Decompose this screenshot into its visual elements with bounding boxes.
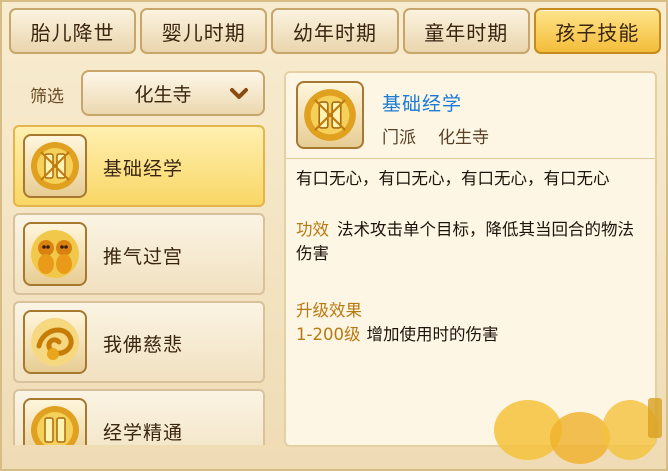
effect-label: 功效 — [296, 220, 329, 239]
skill-list[interactable]: 基础经学 推气过宫 我佛慈悲 经学精通 — [11, 125, 267, 445]
skill-title: 基础经学 — [382, 93, 463, 115]
tab-fetus[interactable]: 胎儿降世 — [9, 8, 137, 54]
upgrade-text: 增加使用时的伤害 — [366, 325, 499, 344]
skill-item[interactable]: 基础经学 — [13, 125, 265, 207]
filter-label: 筛选 — [30, 87, 64, 107]
dropdown-value: 化生寺 — [134, 83, 192, 106]
school-value: 化生寺 — [438, 128, 489, 148]
tab-bar: 胎儿降世 婴儿时期 幼年时期 童年时期 孩子技能 — [9, 8, 662, 56]
school-label: 门派 — [382, 128, 416, 148]
scripture-icon — [296, 81, 364, 149]
skill-name: 我佛慈悲 — [103, 334, 184, 356]
school-filter-dropdown[interactable]: 化生寺 — [81, 70, 265, 116]
skill-effect: 功效 法术攻击单个目标，降低其当回合的物法伤害 — [296, 218, 646, 266]
skill-detail-panel: 基础经学 门派 化生寺 有口无心，有口无心，有口无心，有口无心 功效 法术攻击单个… — [284, 71, 657, 447]
upgrade-range: 1-200级 — [296, 325, 361, 344]
skill-name: 推气过宫 — [103, 246, 184, 268]
divider — [286, 158, 655, 159]
logo-watermark — [494, 398, 662, 464]
tab-toddler[interactable]: 幼年时期 — [271, 8, 399, 54]
twin-dolls-icon — [23, 222, 87, 286]
scripture-icon — [23, 398, 87, 445]
tab-child-skills[interactable]: 孩子技能 — [533, 8, 662, 54]
skill-item[interactable]: 推气过宫 — [13, 213, 265, 295]
chevron-down-icon — [230, 88, 248, 99]
effect-text: 法术攻击单个目标，降低其当回合的物法伤害 — [296, 220, 634, 263]
golden-swirl-icon — [23, 310, 87, 374]
skill-name: 基础经学 — [103, 158, 184, 180]
upgrade-title: 升级效果 — [296, 301, 362, 320]
skill-item[interactable]: 我佛慈悲 — [13, 301, 265, 383]
upgrade-effect: 1-200级 增加使用时的伤害 — [296, 321, 498, 345]
tab-infant[interactable]: 婴儿时期 — [140, 8, 268, 54]
scripture-icon — [23, 134, 87, 198]
skill-item[interactable]: 经学精通 — [13, 389, 265, 445]
skill-name: 经学精通 — [103, 422, 184, 444]
tab-childhood[interactable]: 童年时期 — [402, 8, 530, 54]
skill-description: 有口无心，有口无心，有口无心，有口无心 — [296, 169, 610, 188]
